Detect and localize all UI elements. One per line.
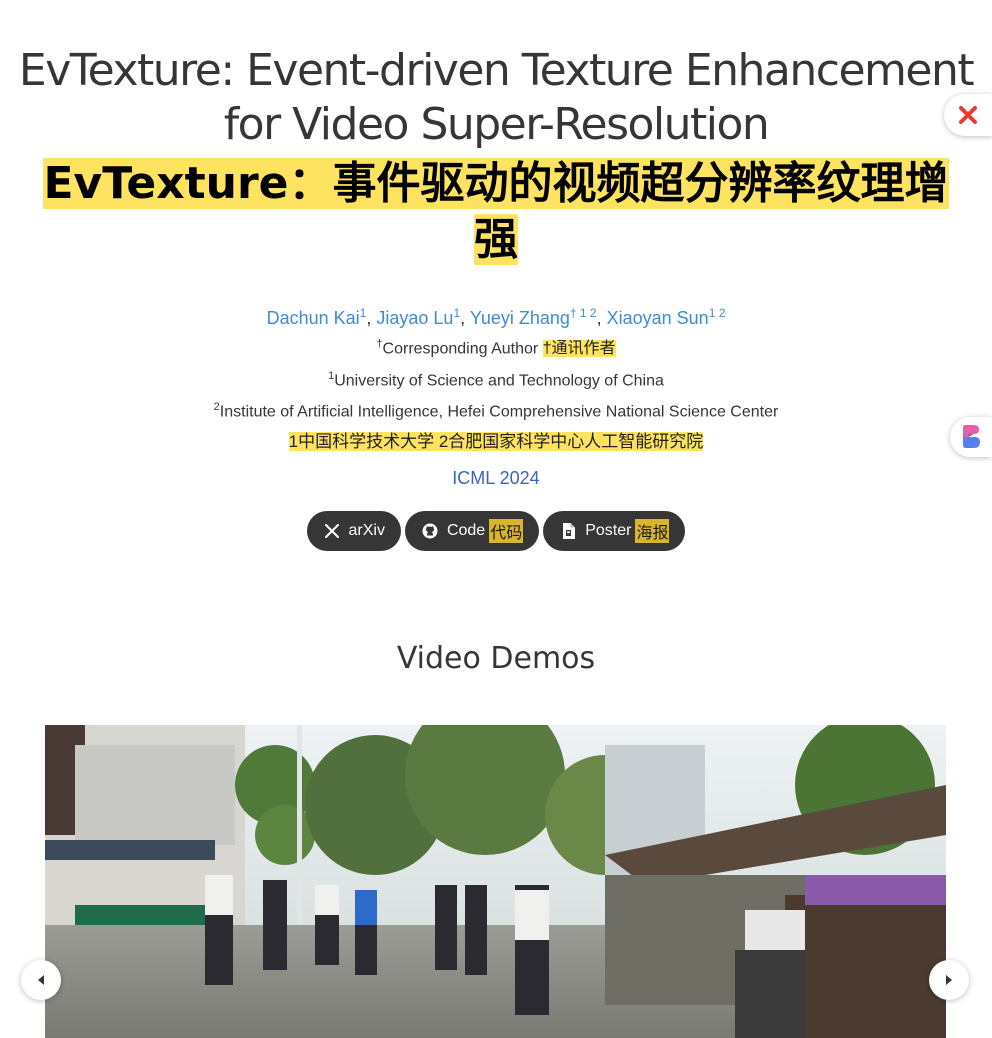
app-logo-icon xyxy=(963,425,980,448)
corresponding-author-note: †Corresponding Author †通讯作者 xyxy=(376,338,616,358)
link-buttons: arXiv Code 代码 Poster 海报 xyxy=(0,511,992,551)
github-icon xyxy=(421,522,439,540)
affiliation-2: 2Institute of Artificial Intelligence, H… xyxy=(213,401,779,421)
carousel-next-button[interactable] xyxy=(929,960,969,1000)
arxiv-button[interactable]: arXiv xyxy=(306,511,401,551)
extension-close-tab[interactable] xyxy=(944,94,992,136)
affiliation-1: 1University of Science and Technology of… xyxy=(328,370,664,390)
video-demos-heading: Video Demos xyxy=(396,641,596,676)
chevron-left-icon xyxy=(38,975,44,985)
x-icon xyxy=(323,522,341,540)
carousel-prev-button[interactable] xyxy=(21,960,61,1000)
extension-sidebar-tab[interactable] xyxy=(950,417,992,457)
chevron-right-icon xyxy=(946,975,952,985)
video-frame-image xyxy=(45,725,946,1038)
poster-button[interactable]: Poster 海报 xyxy=(543,511,686,551)
author-list: Dachun Kai1, Jiayao Lu1, Yueyi Zhang† 1 … xyxy=(266,306,726,328)
file-pdf-icon xyxy=(559,522,577,540)
corresponding-author-cn: †通讯作者 xyxy=(542,340,616,358)
title-cn-line1: EvTexture：事件驱动的视频超分辨率纹理增 xyxy=(43,158,949,209)
video-demo-player[interactable] xyxy=(45,725,946,1038)
author-link[interactable]: Jiayao Lu1 xyxy=(376,306,460,328)
affiliation-cn: 1中国科学技术大学 2合肥国家科学中心人工智能研究院 xyxy=(288,432,704,451)
close-icon xyxy=(959,106,977,124)
page-title: EvTexture: Event-driven Texture Enhancem… xyxy=(18,45,975,150)
author-link[interactable]: Dachun Kai1 xyxy=(267,306,367,328)
author-link[interactable]: Yueyi Zhang† 1 2 xyxy=(470,306,597,328)
code-button[interactable]: Code 代码 xyxy=(404,511,540,551)
project-page: EvTexture: Event-driven Texture Enhancem… xyxy=(0,0,992,1038)
venue-label: ICML 2024 xyxy=(452,468,540,488)
author-link[interactable]: Xiaoyan Sun1 2 xyxy=(607,306,726,328)
page-title-chinese: EvTexture：事件驱动的视频超分辨率纹理增 强 xyxy=(30,156,962,268)
title-cn-line2: 强 xyxy=(474,214,518,265)
